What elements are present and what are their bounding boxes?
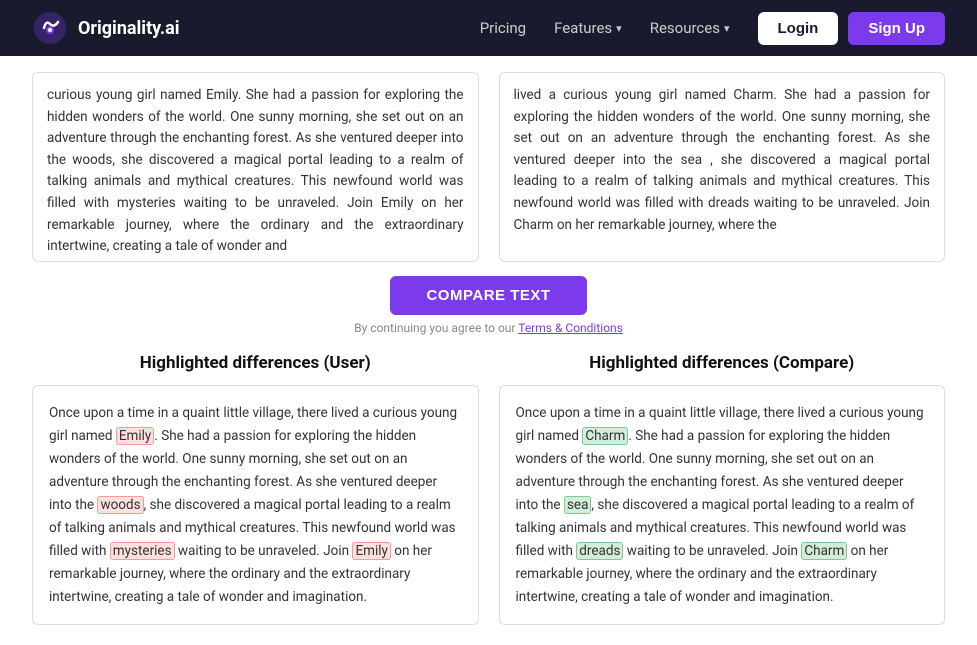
- diff-highlight-green: sea: [564, 496, 591, 514]
- diff-highlight-red: Emily: [352, 542, 390, 560]
- diff-right-box: Once upon a time in a quaint little vill…: [499, 385, 946, 625]
- diff-highlight-green: dreads: [576, 542, 623, 560]
- textareas-row: curious young girl named Emily. She had …: [32, 72, 945, 262]
- diff-left-title: Highlighted differences (User): [32, 353, 479, 373]
- nav-links: Pricing Features ▾ Resources ▾: [480, 19, 730, 37]
- user-text-input[interactable]: curious young girl named Emily. She had …: [32, 72, 479, 262]
- diff-panel-user: Highlighted differences (User) Once upon…: [32, 353, 479, 625]
- features-chevron-icon: ▾: [616, 22, 622, 35]
- signup-button[interactable]: Sign Up: [848, 12, 945, 45]
- nav-features[interactable]: Features ▾: [554, 19, 622, 37]
- nav-resources[interactable]: Resources ▾: [650, 19, 730, 37]
- nav-pricing[interactable]: Pricing: [480, 19, 526, 37]
- diff-highlight-green: Charm: [582, 427, 628, 445]
- compare-button[interactable]: COMPARE TEXT: [390, 276, 586, 315]
- diff-left-box: Once upon a time in a quaint little vill…: [32, 385, 479, 625]
- logo-text: Originality.ai: [78, 18, 180, 39]
- logo[interactable]: Originality.ai: [32, 10, 180, 46]
- resources-chevron-icon: ▾: [724, 22, 730, 35]
- diff-section: Highlighted differences (User) Once upon…: [32, 353, 945, 625]
- terms-text: By continuing you agree to our: [354, 321, 515, 335]
- diff-highlight-green: Charm: [801, 542, 847, 560]
- terms-link[interactable]: Terms & Conditions: [518, 321, 623, 335]
- compare-row: COMPARE TEXT: [32, 276, 945, 315]
- diff-right-title: Highlighted differences (Compare): [499, 353, 946, 373]
- diff-panel-compare: Highlighted differences (Compare) Once u…: [499, 353, 946, 625]
- diff-highlight-red: mysteries: [110, 542, 175, 560]
- terms-row: By continuing you agree to our Terms & C…: [32, 321, 945, 335]
- diff-highlight-red: Emily: [116, 427, 154, 445]
- main-content: curious young girl named Emily. She had …: [0, 56, 977, 645]
- compare-text-input[interactable]: lived a curious young girl named Charm. …: [499, 72, 946, 262]
- navbar: Originality.ai Pricing Features ▾ Resour…: [0, 0, 977, 56]
- diff-highlight-red: woods: [97, 496, 143, 514]
- login-button[interactable]: Login: [758, 12, 839, 45]
- logo-icon: [32, 10, 68, 46]
